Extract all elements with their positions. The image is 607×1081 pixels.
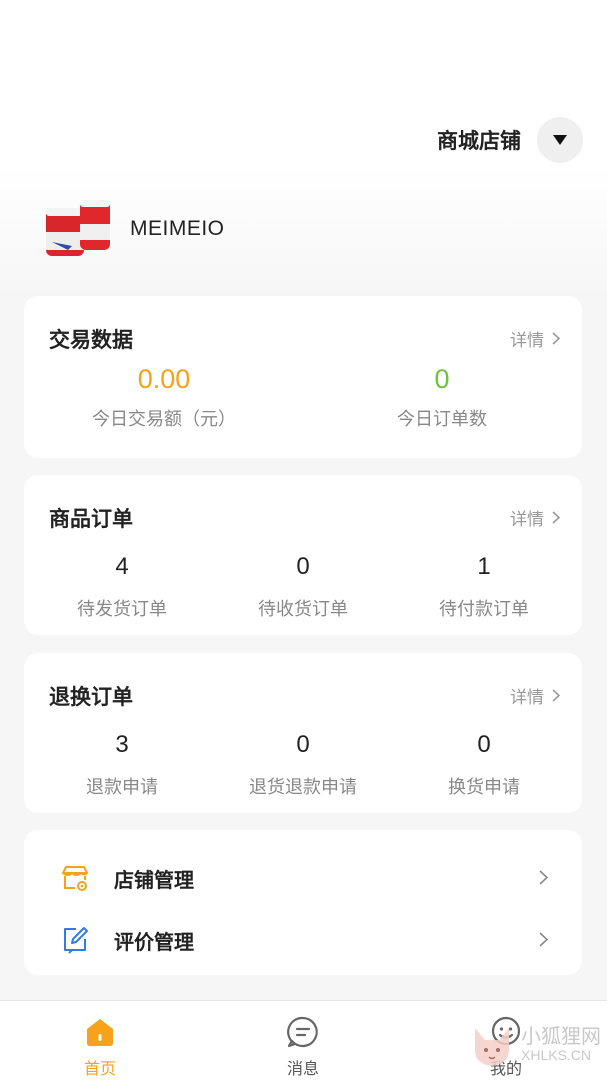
- chevron-right-icon: [539, 870, 548, 885]
- tab-messages[interactable]: 消息: [243, 1015, 363, 1079]
- stat-label: 退货退款申请: [249, 777, 357, 797]
- shop-selector-label: 商城店铺: [437, 130, 521, 153]
- product-orders-title: 商品订单: [49, 508, 133, 531]
- return-orders-card: 退换订单 详情 3 退款申请 0 退货退款申请 0 换货申请: [24, 653, 582, 813]
- store-avatar: [46, 200, 110, 256]
- stat-label: 今日订单数: [397, 409, 487, 429]
- transaction-card: 交易数据 详情 0.00 今日交易额（元） 0 今日订单数: [24, 296, 582, 458]
- menu-item-label: 店铺管理: [114, 869, 194, 892]
- stat-label: 待付款订单: [439, 599, 529, 619]
- stat-value: 4: [115, 553, 129, 580]
- message-icon: [287, 1016, 318, 1048]
- detail-label: 详情: [510, 331, 544, 350]
- refund-request-stat[interactable]: 3 退款申请: [32, 731, 212, 799]
- watermark: 小狐狸网 XHLKS.CN: [467, 1020, 601, 1070]
- triangle-down-icon: [553, 135, 567, 145]
- stat-value: 0: [296, 553, 310, 580]
- detail-label: 详情: [510, 510, 544, 529]
- tab-label: 消息: [286, 1061, 319, 1078]
- store-name: MEIMEIO: [130, 217, 225, 240]
- chevron-right-icon: [552, 332, 560, 345]
- product-orders-detail-link[interactable]: 详情: [510, 505, 560, 530]
- stat-label: 待收货订单: [258, 599, 348, 619]
- home-icon: [87, 1019, 113, 1046]
- stat-label: 待发货订单: [77, 599, 167, 619]
- tab-label: 首页: [83, 1061, 116, 1078]
- chevron-right-icon: [552, 511, 560, 524]
- today-orders-stat[interactable]: 0 今日订单数: [352, 364, 532, 431]
- edit-review-icon: [64, 927, 88, 954]
- to-pay-stat[interactable]: 1 待付款订单: [394, 553, 574, 621]
- watermark-en: XHLKS.CN: [521, 1047, 592, 1064]
- shop-selector[interactable]: 商城店铺: [437, 117, 583, 163]
- chevron-right-icon: [552, 689, 560, 702]
- menu-item-label: 评价管理: [114, 931, 194, 954]
- to-receive-stat[interactable]: 0 待收货订单: [213, 553, 393, 621]
- fox-logo-icon: [475, 1028, 509, 1066]
- stat-label: 换货申请: [448, 777, 520, 797]
- transaction-title: 交易数据: [49, 329, 133, 352]
- return-orders-detail-link[interactable]: 详情: [510, 683, 560, 708]
- return-orders-title: 退换订单: [49, 686, 133, 709]
- tab-home[interactable]: 首页: [40, 1015, 160, 1079]
- dropdown-button[interactable]: [537, 117, 583, 163]
- product-orders-card: 商品订单 详情 4 待发货订单 0 待收货订单 1 待付款订单: [24, 475, 582, 635]
- menu-item-store-management[interactable]: 店铺管理: [24, 848, 582, 908]
- menu-item-review-management[interactable]: 评价管理: [24, 910, 582, 970]
- watermark-cn: 小狐狸网: [521, 1026, 601, 1049]
- stat-label: 今日交易额（元）: [92, 409, 236, 429]
- stat-value: 1: [477, 553, 491, 580]
- chevron-right-icon: [539, 932, 548, 947]
- stat-value: 3: [115, 731, 129, 758]
- detail-label: 详情: [510, 688, 544, 707]
- transaction-detail-link[interactable]: 详情: [510, 326, 560, 351]
- stat-label: 退款申请: [86, 777, 158, 797]
- store-settings-icon: [62, 866, 88, 891]
- stat-value: 0: [434, 364, 450, 394]
- stat-value: 0: [477, 731, 491, 758]
- to-ship-stat[interactable]: 4 待发货订单: [32, 553, 212, 621]
- exchange-request-stat[interactable]: 0 换货申请: [394, 731, 574, 799]
- store-profile: MEIMEIO: [42, 198, 225, 260]
- stat-value: 0: [296, 731, 310, 758]
- management-menu: 店铺管理 评价管理: [24, 830, 582, 975]
- today-revenue-stat[interactable]: 0.00 今日交易额（元）: [74, 364, 254, 431]
- stat-value: 0.00: [137, 364, 191, 394]
- return-refund-stat[interactable]: 0 退货退款申请: [213, 731, 393, 799]
